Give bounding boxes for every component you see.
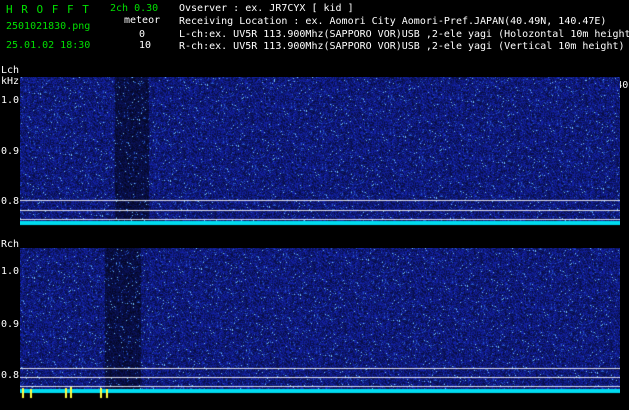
location-line: Receiving Location : ex. Aomori City Aom… [179, 16, 607, 27]
app-title: H R O F F T [6, 3, 90, 16]
lch-y-tick-label: 1.0 [1, 95, 20, 106]
lch-spectrogram [20, 77, 620, 229]
lch-y-tick-label: 0.9 [1, 146, 20, 157]
rch-y-tick-label: 0.8 [1, 370, 20, 381]
rch-info-line: R-ch:ex. UV5R 113.900Mhz(SAPPORO VOR)USB… [179, 41, 625, 52]
rch-y-tick-label: 1.0 [1, 266, 20, 277]
rch-spectrogram [20, 248, 620, 400]
observer-line: Ovserver : ex. JR7CYX [ kid ] [179, 3, 354, 14]
meteor-count-l: 0 [139, 29, 146, 40]
meteor-count-r: 10 [139, 40, 152, 51]
meteor-label: meteor [124, 15, 161, 26]
datetime-stamp: 25.01.02 18:30 [6, 40, 91, 51]
lch-unit: kHz [1, 76, 20, 87]
rch-y-tick-label: 0.9 [1, 319, 20, 330]
lch-y-tick-label: 0.8 [1, 196, 20, 207]
image-filename: 2501021830.png [6, 21, 91, 32]
channel-mode: 2ch 0.30 [110, 3, 159, 14]
rch-label: Rch [1, 239, 20, 250]
lch-label: Lch [1, 65, 20, 76]
lch-info-line: L-ch:ex. UV5R 113.900Mhz(SAPPORO VOR)USB… [179, 29, 629, 40]
